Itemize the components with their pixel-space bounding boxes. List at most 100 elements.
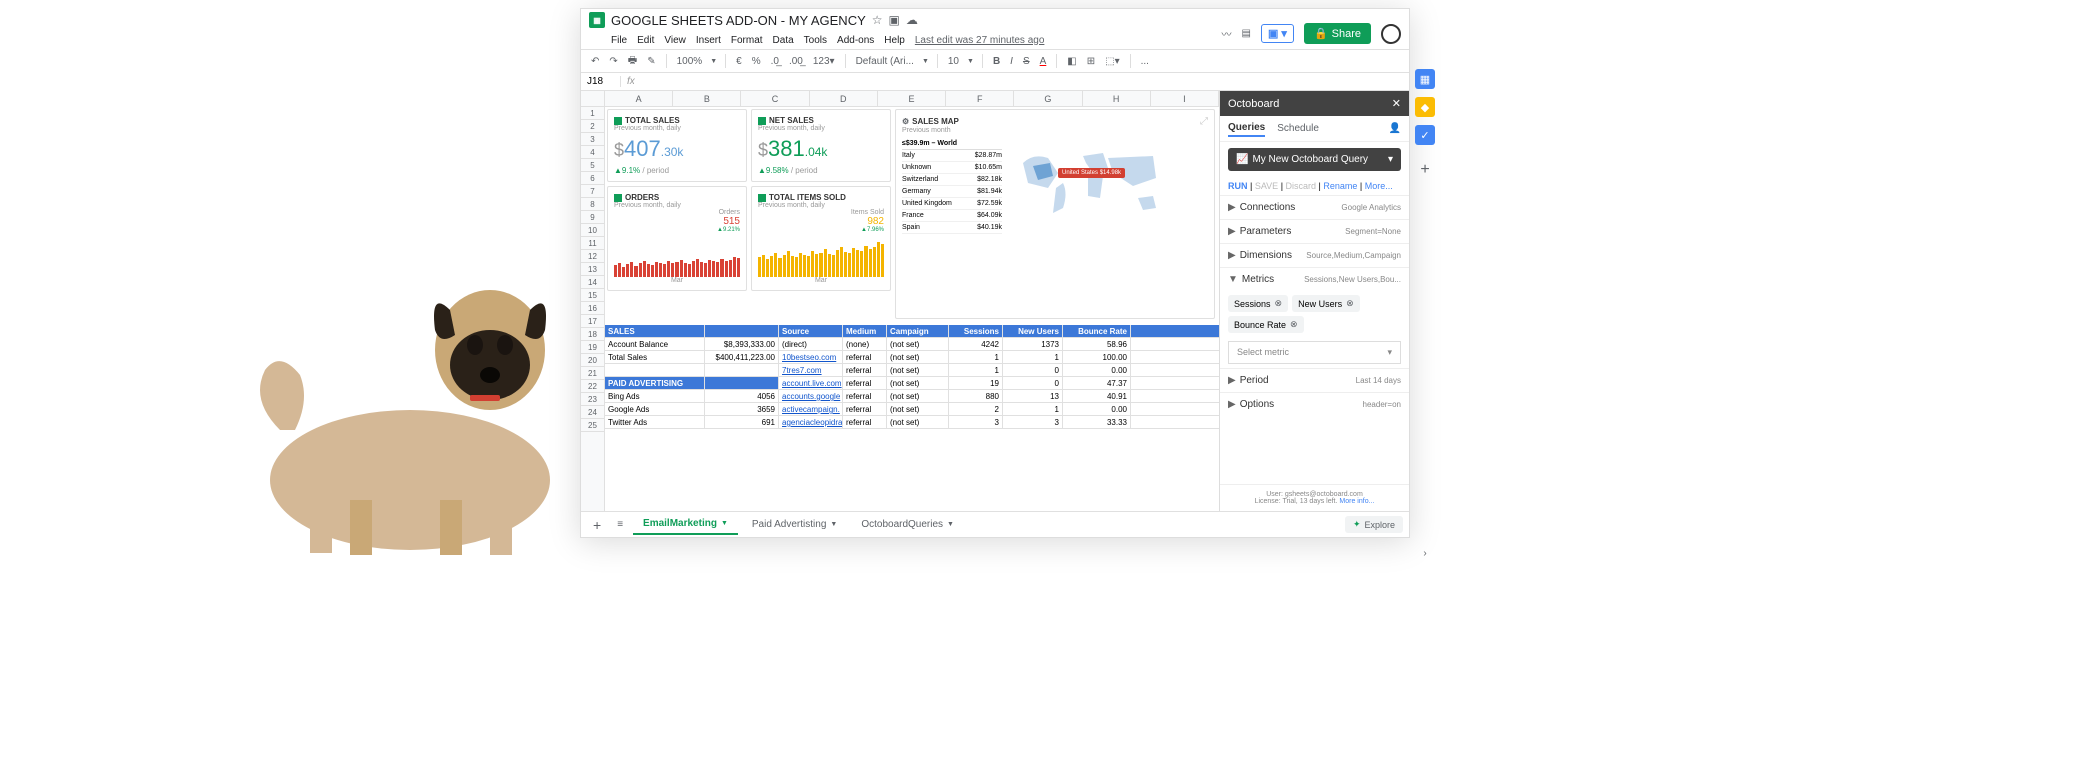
section-connections[interactable]: ▶ConnectionsGoogle Analytics <box>1220 195 1409 219</box>
menu-insert[interactable]: Insert <box>696 35 721 46</box>
row-23[interactable]: 23 <box>581 393 604 406</box>
select-all-corner[interactable] <box>581 91 605 106</box>
calendar-icon[interactable]: ▦ <box>1415 69 1435 89</box>
row-6[interactable]: 6 <box>581 172 604 185</box>
row-9[interactable]: 9 <box>581 211 604 224</box>
star-icon[interactable]: ☆ <box>872 13 883 27</box>
row-7[interactable]: 7 <box>581 185 604 198</box>
collapse-icon[interactable]: › <box>1423 548 1426 559</box>
row-21[interactable]: 21 <box>581 367 604 380</box>
remove-icon[interactable]: ⊗ <box>1346 298 1354 309</box>
tab-octoboardqueries[interactable]: OctoboardQueries ▼ <box>851 515 964 534</box>
col-a[interactable]: A <box>605 91 673 106</box>
doc-title[interactable]: GOOGLE SHEETS ADD-ON - MY AGENCY <box>611 13 866 28</box>
row-19[interactable]: 19 <box>581 341 604 354</box>
zoom[interactable]: 100% <box>675 56 705 67</box>
row-17[interactable]: 17 <box>581 315 604 328</box>
fill-icon[interactable]: ◧ <box>1065 56 1078 67</box>
row-8[interactable]: 8 <box>581 198 604 211</box>
close-icon[interactable]: ✕ <box>1392 97 1401 110</box>
row-10[interactable]: 10 <box>581 224 604 237</box>
print-icon[interactable]: 🖶 <box>626 53 639 70</box>
bold-icon[interactable]: B <box>991 56 1002 67</box>
row-2[interactable]: 2 <box>581 120 604 133</box>
col-f[interactable]: F <box>946 91 1014 106</box>
more-button[interactable]: More... <box>1365 181 1393 191</box>
col-i[interactable]: I <box>1151 91 1219 106</box>
chip-bounce[interactable]: Bounce Rate⊗ <box>1228 316 1304 333</box>
explore-button[interactable]: ✦Explore <box>1345 516 1403 533</box>
section-options[interactable]: ▶Optionsheader=on <box>1220 392 1409 416</box>
present-button[interactable]: ▣ ▾ <box>1261 24 1294 43</box>
menu-help[interactable]: Help <box>884 35 905 46</box>
tasks-icon[interactable]: ✓ <box>1415 125 1435 145</box>
percent-icon[interactable]: % <box>750 56 763 67</box>
avatar[interactable] <box>1381 24 1401 44</box>
run-button[interactable]: RUN <box>1228 181 1248 191</box>
menu-file[interactable]: File <box>611 35 627 46</box>
menu-format[interactable]: Format <box>731 35 763 46</box>
expand-icon[interactable]: ⤢ <box>1200 116 1208 127</box>
menu-data[interactable]: Data <box>773 35 794 46</box>
font-select[interactable]: Default (Ari... <box>854 56 916 67</box>
section-dimensions[interactable]: ▶DimensionsSource,Medium,Campaign <box>1220 243 1409 267</box>
tab-queries[interactable]: Queries <box>1228 120 1265 137</box>
format-123[interactable]: 123▾ <box>811 56 837 67</box>
row-1[interactable]: 1 <box>581 107 604 120</box>
font-size[interactable]: 10 <box>946 56 961 67</box>
row-24[interactable]: 24 <box>581 406 604 419</box>
menu-tools[interactable]: Tools <box>804 35 827 46</box>
more-info-link[interactable]: More info... <box>1339 498 1374 505</box>
row-14[interactable]: 14 <box>581 276 604 289</box>
section-period[interactable]: ▶PeriodLast 14 days <box>1220 368 1409 392</box>
merge-icon[interactable]: ⬚▾ <box>1103 56 1121 67</box>
trend-icon[interactable]: 〰 <box>1222 26 1232 41</box>
folder-icon[interactable]: ▣ <box>889 13 900 27</box>
menu-view[interactable]: View <box>664 35 686 46</box>
last-edit[interactable]: Last edit was 27 minutes ago <box>915 35 1045 46</box>
row-22[interactable]: 22 <box>581 380 604 393</box>
row-18[interactable]: 18 <box>581 328 604 341</box>
query-selector[interactable]: 📈My New Octoboard Query▾ <box>1228 148 1401 171</box>
col-h[interactable]: H <box>1083 91 1151 106</box>
menu-edit[interactable]: Edit <box>637 35 654 46</box>
row-11[interactable]: 11 <box>581 237 604 250</box>
more-icon[interactable]: ... <box>1139 56 1151 67</box>
all-sheets-icon[interactable]: ≡ <box>611 519 629 530</box>
comment-icon[interactable]: ▤ <box>1242 28 1251 39</box>
row-20[interactable]: 20 <box>581 354 604 367</box>
row-12[interactable]: 12 <box>581 250 604 263</box>
paint-icon[interactable]: ✎ <box>645 56 657 67</box>
tab-emailmarketing[interactable]: EmailMarketing ▼ <box>633 514 738 535</box>
row-13[interactable]: 13 <box>581 263 604 276</box>
redo-icon[interactable]: ↷ <box>607 56 619 67</box>
col-b[interactable]: B <box>673 91 741 106</box>
inc-dec-icon[interactable]: .00̲ <box>787 56 805 67</box>
remove-icon[interactable]: ⊗ <box>1290 319 1298 330</box>
italic-icon[interactable]: I <box>1008 56 1015 67</box>
col-e[interactable]: E <box>878 91 946 106</box>
menu-addons[interactable]: Add-ons <box>837 35 874 46</box>
remove-icon[interactable]: ⊗ <box>1275 298 1283 309</box>
add-app-icon[interactable]: + <box>1420 161 1429 179</box>
currency-icon[interactable]: € <box>734 56 744 67</box>
undo-icon[interactable]: ↶ <box>589 56 601 67</box>
chip-newusers[interactable]: New Users⊗ <box>1292 295 1360 312</box>
row-4[interactable]: 4 <box>581 146 604 159</box>
cells-area[interactable]: TOTAL SALES Previous month, daily $407.3… <box>605 107 1219 511</box>
user-icon[interactable]: 👤 <box>1389 123 1401 134</box>
section-parameters[interactable]: ▶ParametersSegment=None <box>1220 219 1409 243</box>
row-16[interactable]: 16 <box>581 302 604 315</box>
borders-icon[interactable]: ⊞ <box>1085 56 1097 67</box>
col-d[interactable]: D <box>810 91 878 106</box>
share-button[interactable]: 🔒Share <box>1304 23 1371 44</box>
cloud-icon[interactable]: ☁ <box>906 13 918 27</box>
row-3[interactable]: 3 <box>581 133 604 146</box>
chip-sessions[interactable]: Sessions⊗ <box>1228 295 1288 312</box>
text-color-icon[interactable]: A <box>1038 56 1049 67</box>
tab-schedule[interactable]: Schedule <box>1277 121 1319 136</box>
add-sheet-icon[interactable]: + <box>587 517 607 533</box>
row-25[interactable]: 25 <box>581 419 604 432</box>
row-5[interactable]: 5 <box>581 159 604 172</box>
col-g[interactable]: G <box>1014 91 1082 106</box>
